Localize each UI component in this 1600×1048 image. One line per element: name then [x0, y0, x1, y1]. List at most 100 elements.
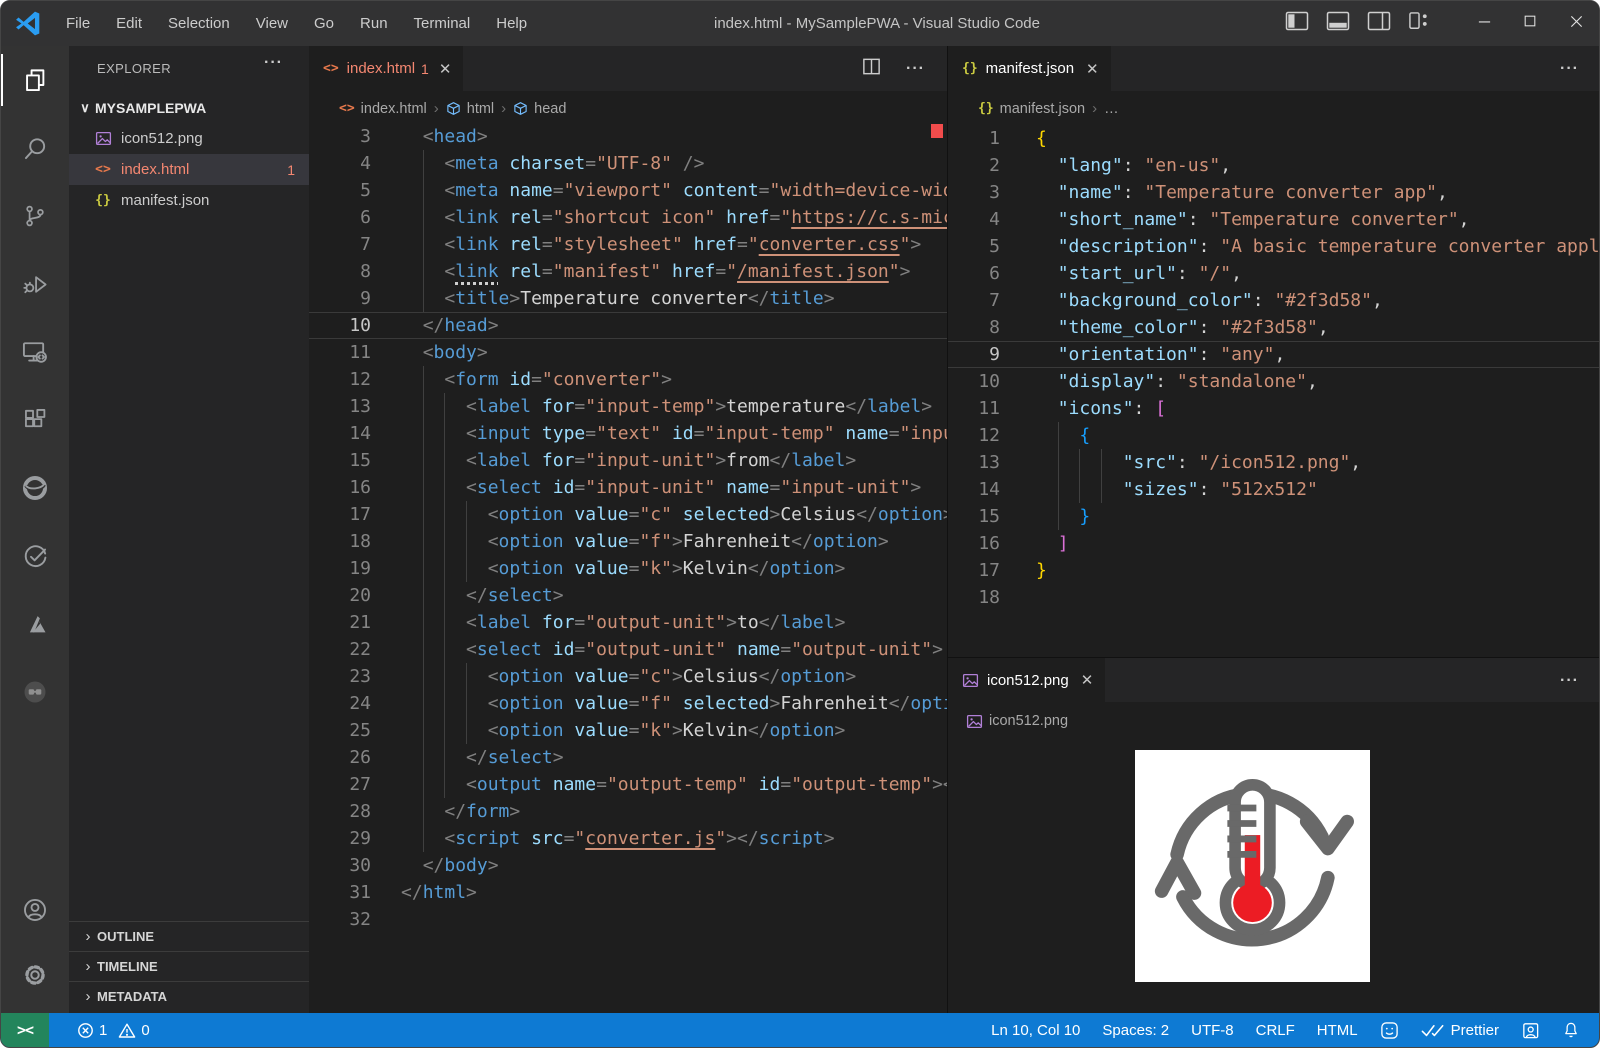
- code-line-29: 29 <script src="converter.js"></script>: [309, 825, 947, 852]
- run-debug-button[interactable]: [1, 250, 69, 318]
- close-tab-icon[interactable]: ✕: [1086, 60, 1099, 78]
- layout-panel-icon[interactable]: [1326, 11, 1350, 36]
- section-timeline[interactable]: › TIMELINE: [69, 951, 309, 981]
- layout-sidebar-right-icon[interactable]: [1367, 11, 1391, 36]
- notifications-bell-icon[interactable]: [1551, 1021, 1591, 1039]
- menu-help[interactable]: Help: [483, 1, 540, 46]
- ellipsis-icon[interactable]: ···: [906, 60, 925, 78]
- line-number: 4: [360, 153, 371, 174]
- close-tab-icon[interactable]: ✕: [1081, 671, 1094, 689]
- breadcrumb-item-icon512-png[interactable]: icon512.png: [966, 713, 1068, 730]
- close-button[interactable]: [1553, 1, 1599, 46]
- section-metadata[interactable]: › METADATA: [69, 981, 309, 1011]
- split-editor-icon[interactable]: [861, 56, 882, 82]
- breadcrumb-item-manifest-json[interactable]: {} manifest.json: [978, 101, 1085, 117]
- browser-tools-button[interactable]: [1, 658, 69, 726]
- maximize-button[interactable]: [1507, 1, 1553, 46]
- settings-gear-button[interactable]: [1, 942, 69, 1007]
- indentation-status[interactable]: Spaces: 2: [1091, 1022, 1180, 1039]
- code-line-15: 15 <label for="input-unit">from</label>: [309, 447, 947, 474]
- line-number: 14: [978, 479, 1000, 500]
- explorer-root-folder[interactable]: ∨ MYSAMPLEPWA: [69, 92, 309, 123]
- problems-status[interactable]: 1 0: [67, 1013, 160, 1047]
- code-link[interactable]: https://c.s-microsoft.com/favicon.ico?v2: [791, 207, 947, 228]
- code-link[interactable]: converter.css: [759, 234, 900, 255]
- section-outline[interactable]: › OUTLINE: [69, 921, 309, 951]
- code-text: <meta charset="UTF-8" />: [444, 153, 705, 174]
- breadcrumb-item-head[interactable]: head: [513, 101, 566, 117]
- minimize-button[interactable]: [1461, 1, 1507, 46]
- azure-button[interactable]: [1, 590, 69, 658]
- window-controls: [1461, 1, 1599, 46]
- breadcrumb-item--[interactable]: …: [1104, 101, 1119, 117]
- menu-edit[interactable]: Edit: [103, 1, 155, 46]
- sidebar-more-icon[interactable]: ···: [264, 54, 283, 72]
- tab-icon512-png[interactable]: icon512.png ✕: [948, 658, 1106, 702]
- tab-bar-left: <> index.html 1 ✕ ···: [309, 46, 947, 91]
- tab-index-html[interactable]: <> index.html 1 ✕: [309, 46, 464, 91]
- layout-sidebar-icon[interactable]: [1285, 11, 1309, 36]
- status-bar: >< 1 0 Ln 10, Col 10 Spaces: 2 UTF-8 CRL…: [1, 1013, 1599, 1047]
- file-name: icon512.png: [121, 130, 203, 147]
- feedback-smiley-icon[interactable]: [1369, 1021, 1410, 1040]
- menu-file[interactable]: File: [53, 1, 103, 46]
- breadcrumb-label: manifest.json: [999, 100, 1086, 117]
- line-number: 23: [349, 666, 371, 687]
- code-text: </form>: [444, 801, 521, 822]
- eol-status[interactable]: CRLF: [1245, 1022, 1306, 1039]
- cursor-position[interactable]: Ln 10, Col 10: [980, 1022, 1091, 1039]
- line-number: 3: [989, 182, 1000, 203]
- code-text: </select>: [466, 747, 564, 768]
- close-tab-icon[interactable]: ✕: [439, 60, 452, 78]
- extensions-button[interactable]: [1, 386, 69, 454]
- editor-group-left[interactable]: <> index.html 1 ✕ ··· <> index.html › html › hea…: [309, 46, 947, 1013]
- breadcrumb-item-index-html[interactable]: <> index.html: [339, 101, 427, 117]
- menu-selection[interactable]: Selection: [155, 1, 243, 46]
- layout-controls: [1285, 1, 1431, 46]
- ellipsis-icon[interactable]: ···: [1560, 60, 1579, 78]
- test-explorer-button[interactable]: [1, 522, 69, 590]
- line-number: 18: [349, 531, 371, 552]
- tab-manifest-json[interactable]: {} manifest.json ✕: [948, 46, 1111, 91]
- code-editor-manifest-json[interactable]: 1{2 "lang": "en-us", 3 "name": "Temperatu…: [948, 125, 1599, 657]
- explorer-item-index-html[interactable]: <> index.html 1: [69, 154, 309, 185]
- menu-go[interactable]: Go: [301, 1, 347, 46]
- remote-explorer-button[interactable]: [1, 318, 69, 386]
- language-mode[interactable]: HTML: [1306, 1022, 1369, 1039]
- code-text: <label for="input-temp">temperature</lab…: [466, 396, 933, 417]
- ellipsis-icon[interactable]: ···: [1560, 672, 1579, 690]
- image-file-icon: [93, 130, 113, 147]
- formatter-status[interactable]: Prettier: [1410, 1022, 1510, 1039]
- remote-indicator[interactable]: ><: [1, 1013, 49, 1047]
- files-explorer-button[interactable]: [1, 46, 69, 114]
- code-link[interactable]: converter.js: [585, 828, 715, 849]
- source-control-button[interactable]: [1, 182, 69, 250]
- encoding-status[interactable]: UTF-8: [1180, 1022, 1245, 1039]
- minimize-icon: [1477, 14, 1492, 34]
- image-file-icon: [966, 713, 983, 730]
- code-text: "orientation": "any",: [1057, 344, 1286, 365]
- edge-devtools-button[interactable]: [1, 454, 69, 522]
- explorer-item-icon512-png[interactable]: icon512.png: [69, 123, 309, 154]
- search-button[interactable]: [1, 114, 69, 182]
- code-line-32: 32: [309, 906, 947, 933]
- layout-customize-icon[interactable]: [1408, 11, 1431, 35]
- tab-label: icon512.png: [987, 671, 1069, 689]
- line-number: 7: [360, 234, 371, 255]
- editor-group-right[interactable]: {} manifest.json ✕ ··· {} manifest.json › … 1…: [948, 46, 1599, 657]
- account-frame-icon[interactable]: [1510, 1021, 1551, 1040]
- root-folder-label: MYSAMPLEPWA: [95, 99, 207, 116]
- explorer-item-manifest-json[interactable]: {} manifest.json: [69, 185, 309, 216]
- menu-view[interactable]: View: [243, 1, 301, 46]
- menu-terminal[interactable]: Terminal: [401, 1, 484, 46]
- code-link[interactable]: /manifest.json: [737, 261, 889, 282]
- code-editor-index-html[interactable]: 3 <head> 4 <meta charset="UTF-8" /> 5 <met…: [309, 123, 947, 1013]
- breadcrumb-item-html[interactable]: html: [446, 101, 494, 117]
- chevron-right-icon: ›: [85, 958, 91, 975]
- menu-run[interactable]: Run: [347, 1, 401, 46]
- remote-explorer-icon: [21, 338, 49, 366]
- sidebar-sections: › OUTLINE › TIMELINE › METADATA: [69, 921, 309, 1011]
- account-button[interactable]: [1, 877, 69, 942]
- code-text: <option value="k">Kelvin</option>: [487, 558, 846, 579]
- code-line-11: 11 <body>: [309, 339, 947, 366]
